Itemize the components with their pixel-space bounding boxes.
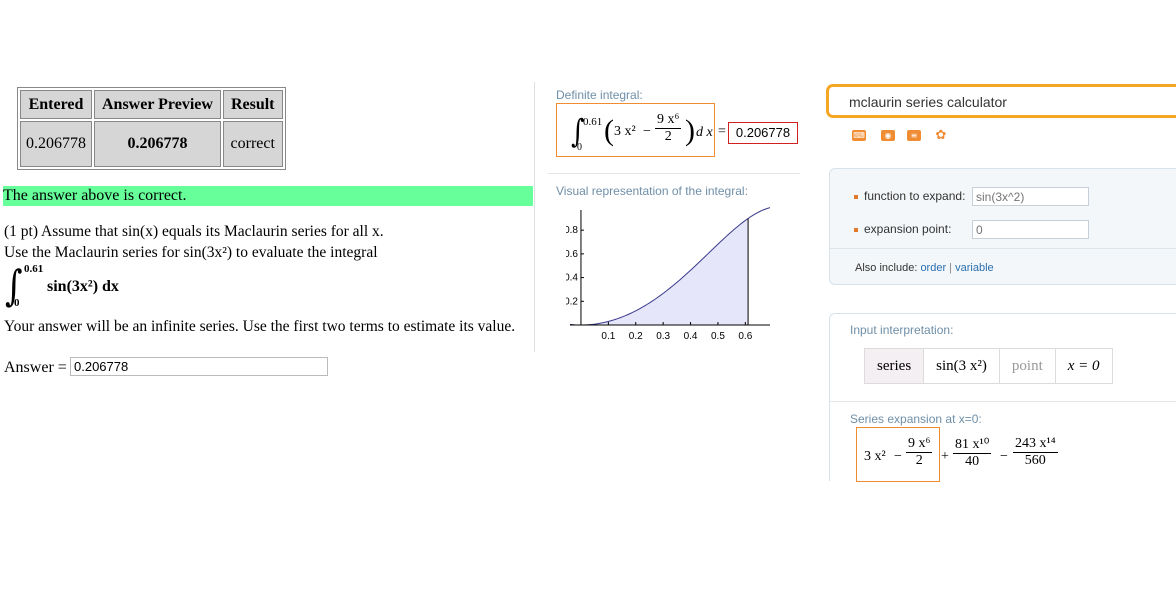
entered-value: 0.206778 [20, 121, 92, 167]
section-separator [548, 173, 800, 174]
equals-sign: = [718, 124, 726, 139]
expansion-point-label: expansion point: [854, 222, 951, 236]
problem-text-line3: Your answer will be an infinite series. … [4, 318, 516, 335]
interp-point: point [998, 348, 1056, 384]
also-include: Also include: order | variable [855, 262, 994, 274]
fraction-denominator: 2 [664, 129, 672, 144]
series-frac2-den: 40 [965, 454, 980, 469]
series-frac1-num: 9 x⁶ [906, 436, 933, 453]
correct-message: The answer above is correct. [3, 186, 533, 206]
series-minus1: − [894, 449, 902, 464]
header-result: Result [222, 90, 283, 119]
integrand-fraction: 9 x⁶ 2 [655, 112, 682, 145]
header-answer-preview: Answer Preview [94, 90, 221, 119]
integral-upper-limit: 0.61 [583, 116, 603, 128]
answer-preview-value: 0.206778 [94, 121, 221, 167]
integrand-term1: 3 x² [614, 124, 636, 139]
integral-upper-limit: 0.61 [24, 263, 44, 275]
results-panel: Input interpretation: series sin(3 x²) p… [829, 313, 1176, 482]
answer-input[interactable] [70, 357, 328, 376]
search-box[interactable]: mclaurin series calculator [826, 84, 1176, 118]
y-tick-label: 0.2 [566, 296, 578, 307]
series-fraction-2: 81 x¹⁰ 40 [953, 436, 992, 470]
series-frac3-den: 560 [1024, 453, 1046, 468]
problem-text-line1: (1 pt) Assume that sin(x) equals its Mac… [4, 223, 384, 240]
search-input[interactable]: mclaurin series calculator [849, 94, 1007, 110]
expansion-panel: function to expand: expansion point: Als… [829, 168, 1176, 285]
x-tick-label: 0.2 [629, 331, 643, 342]
x-tick-label: 0.3 [656, 331, 670, 342]
integral-lower-limit: 0 [577, 142, 582, 153]
function-to-expand-input[interactable] [972, 187, 1089, 206]
expansion-point-input[interactable] [972, 220, 1089, 239]
definite-integral-box: ∫ 0.61 0 ( 3 x² − 9 x⁶ 2 ) d x [556, 103, 715, 157]
also-include-label: Also include: [855, 262, 918, 274]
x-tick-label: 0.1 [601, 331, 615, 342]
input-interpretation-label: Input interpretation: [850, 323, 954, 337]
panel-separator [830, 248, 1176, 249]
results-table: Entered Answer Preview Result 0.206778 0… [17, 87, 286, 170]
series-frac3-num: 243 x¹⁴ [1013, 436, 1058, 453]
dx: d x [696, 125, 713, 140]
series-fraction-1: 9 x⁶ 2 [906, 436, 933, 469]
x-tick-label: 0.5 [711, 331, 725, 342]
table-row: 0.206778 0.206778 correct [20, 121, 283, 167]
series-plus: + [941, 449, 949, 464]
series-minus2: − [1000, 449, 1008, 464]
integral-lower-limit: 0 [14, 297, 20, 309]
y-tick-label: 0.6 [566, 249, 578, 260]
interp-series: series [863, 348, 925, 384]
variable-link[interactable]: variable [955, 262, 994, 274]
random-icon[interactable]: ✿ [934, 129, 948, 142]
function-to-expand-label: function to expand: [854, 189, 965, 203]
camera-icon[interactable]: ◉ [881, 130, 895, 141]
series-fraction-3: 243 x¹⁴ 560 [1013, 436, 1058, 469]
interpretation-table: series sin(3 x²) point x = 0 [863, 348, 1113, 384]
order-link[interactable]: order [920, 262, 946, 274]
minus-sign: − [643, 124, 651, 139]
y-tick-label: 0.8 [566, 225, 578, 236]
interp-function: sin(3 x²) [923, 348, 1000, 384]
header-entered: Entered [20, 90, 92, 119]
close-paren: ) [685, 114, 695, 147]
integral-result: 0.206778 [728, 122, 798, 144]
integral-area-fill [580, 218, 749, 325]
x-tick-label: 0.6 [738, 331, 752, 342]
series-term1: 3 x² [864, 449, 886, 464]
visual-representation-label: Visual representation of the integral: [556, 184, 748, 198]
integral-plot: 0.1 0.2 0.3 0.4 0.5 0.6 0.2 0.4 0.6 0.8 [566, 207, 771, 342]
series-frac2-num: 81 x¹⁰ [953, 437, 992, 454]
problem-text-line2: Use the Maclaurin series for sin(3x²) to… [4, 244, 378, 261]
panel-divider [534, 82, 535, 352]
series-expansion-label: Series expansion at x=0: [850, 412, 982, 426]
definite-integral-label: Definite integral: [556, 88, 643, 102]
integrand: sin(3x²) dx [47, 278, 119, 295]
result-value: correct [222, 121, 283, 167]
results-separator [830, 401, 1176, 402]
interp-point-value: x = 0 [1054, 348, 1113, 384]
series-frac1-den: 2 [915, 453, 923, 468]
link-separator: | [946, 262, 956, 274]
y-tick-label: 0.4 [566, 273, 578, 284]
answer-label: Answer = [4, 359, 67, 376]
fraction-numerator: 9 x⁶ [655, 112, 682, 129]
table-icon[interactable]: ≡ [907, 130, 921, 141]
open-paren: ( [604, 114, 614, 147]
x-tick-label: 0.4 [684, 331, 698, 342]
keyboard-icon[interactable]: ⌨ [852, 130, 866, 141]
